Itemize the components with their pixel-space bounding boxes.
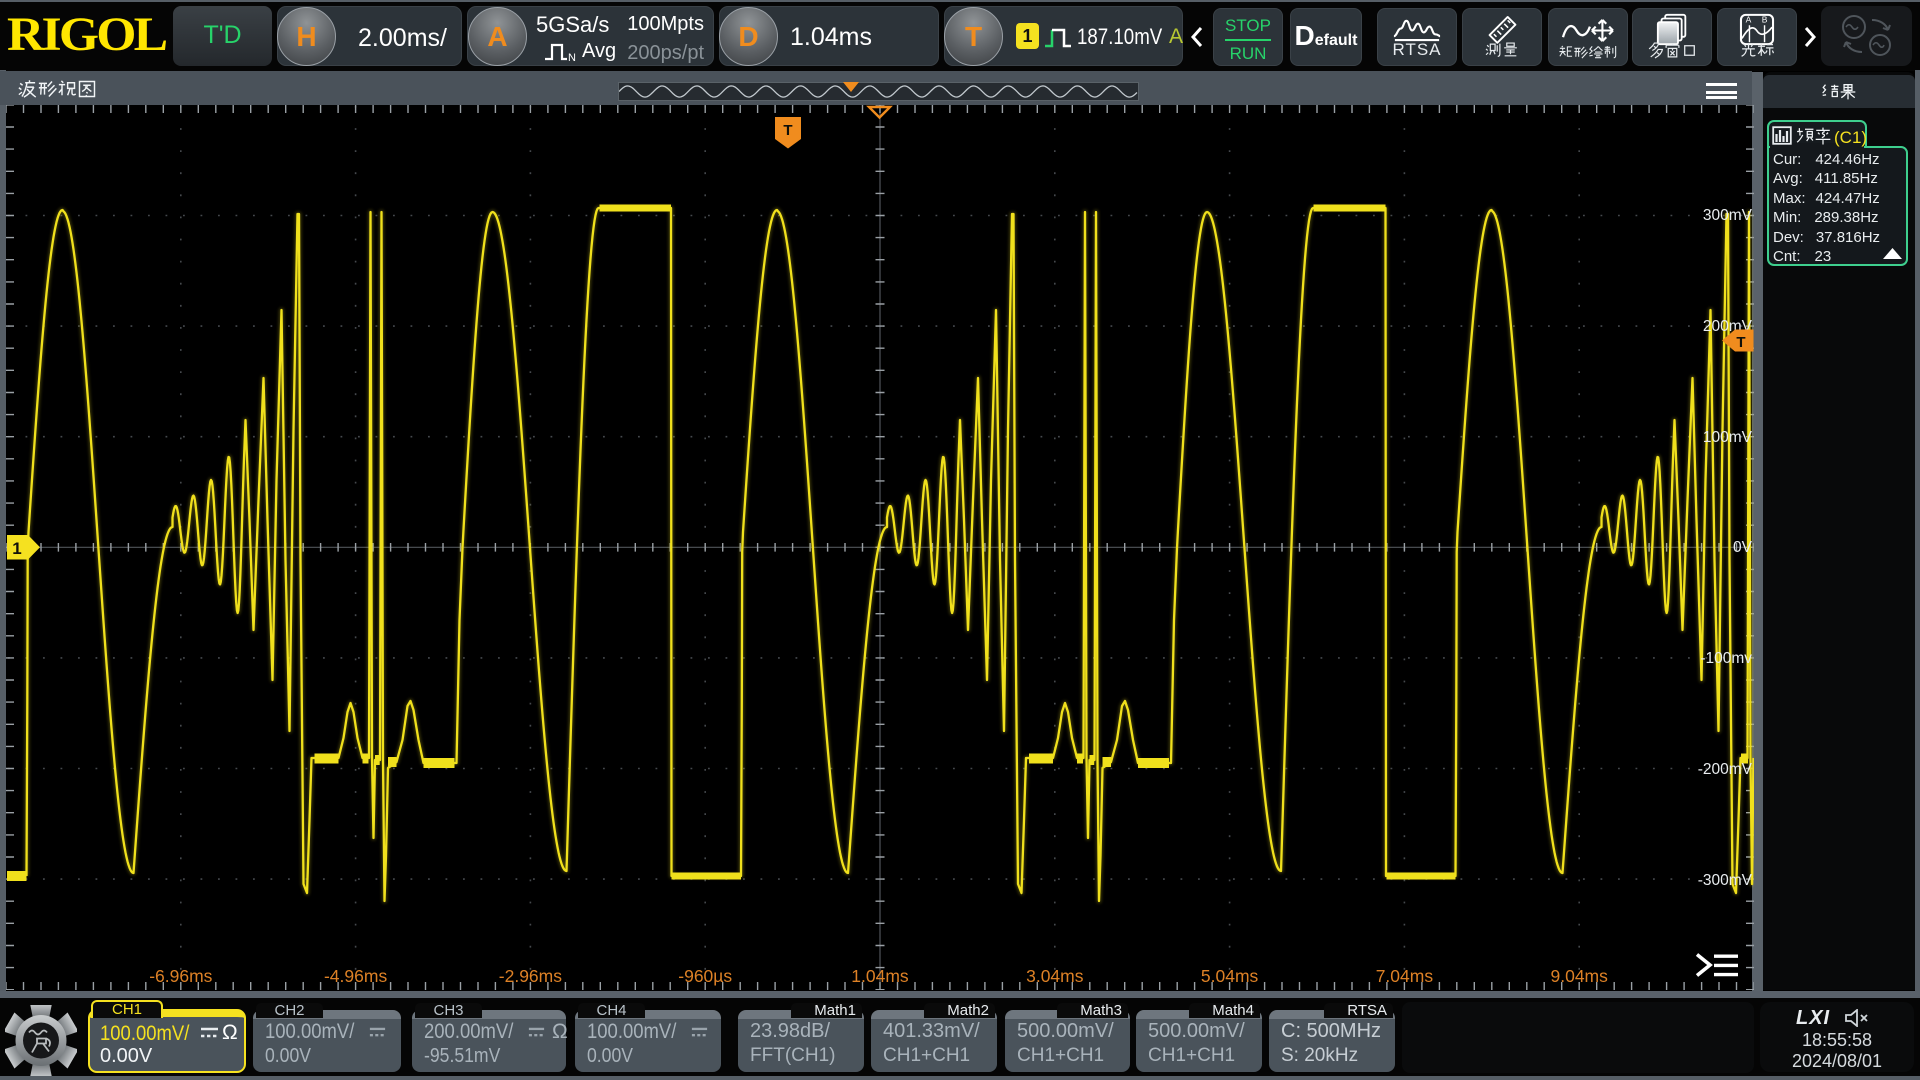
svg-text:-960µs: -960µs (678, 966, 732, 986)
svg-text:-100mv: -100mv (1700, 650, 1752, 667)
svg-text:100mV: 100mV (1703, 429, 1753, 446)
svg-text:-6.96ms: -6.96ms (149, 966, 212, 986)
svg-text:N: N (568, 52, 576, 62)
svg-text:9.04ms: 9.04ms (1551, 966, 1609, 986)
svg-text:7.04ms: 7.04ms (1376, 966, 1434, 986)
svg-text:1.04ms: 1.04ms (851, 966, 909, 986)
svg-text:-4.96ms: -4.96ms (324, 966, 387, 986)
svg-text:-2.96ms: -2.96ms (499, 966, 562, 986)
svg-text:T: T (1736, 334, 1745, 351)
svg-text:A: A (1746, 14, 1752, 24)
svg-text:B: B (1762, 14, 1768, 24)
svg-text:3.04ms: 3.04ms (1026, 966, 1084, 986)
svg-text:T: T (783, 122, 792, 139)
svg-text:300mV: 300mV (1703, 207, 1753, 224)
svg-text:1: 1 (12, 539, 21, 558)
svg-text:0V: 0V (1733, 539, 1753, 556)
svg-text:-200mV: -200mV (1698, 761, 1753, 778)
svg-text:-300mV: -300mV (1698, 872, 1753, 889)
svg-text:5.04ms: 5.04ms (1201, 966, 1259, 986)
